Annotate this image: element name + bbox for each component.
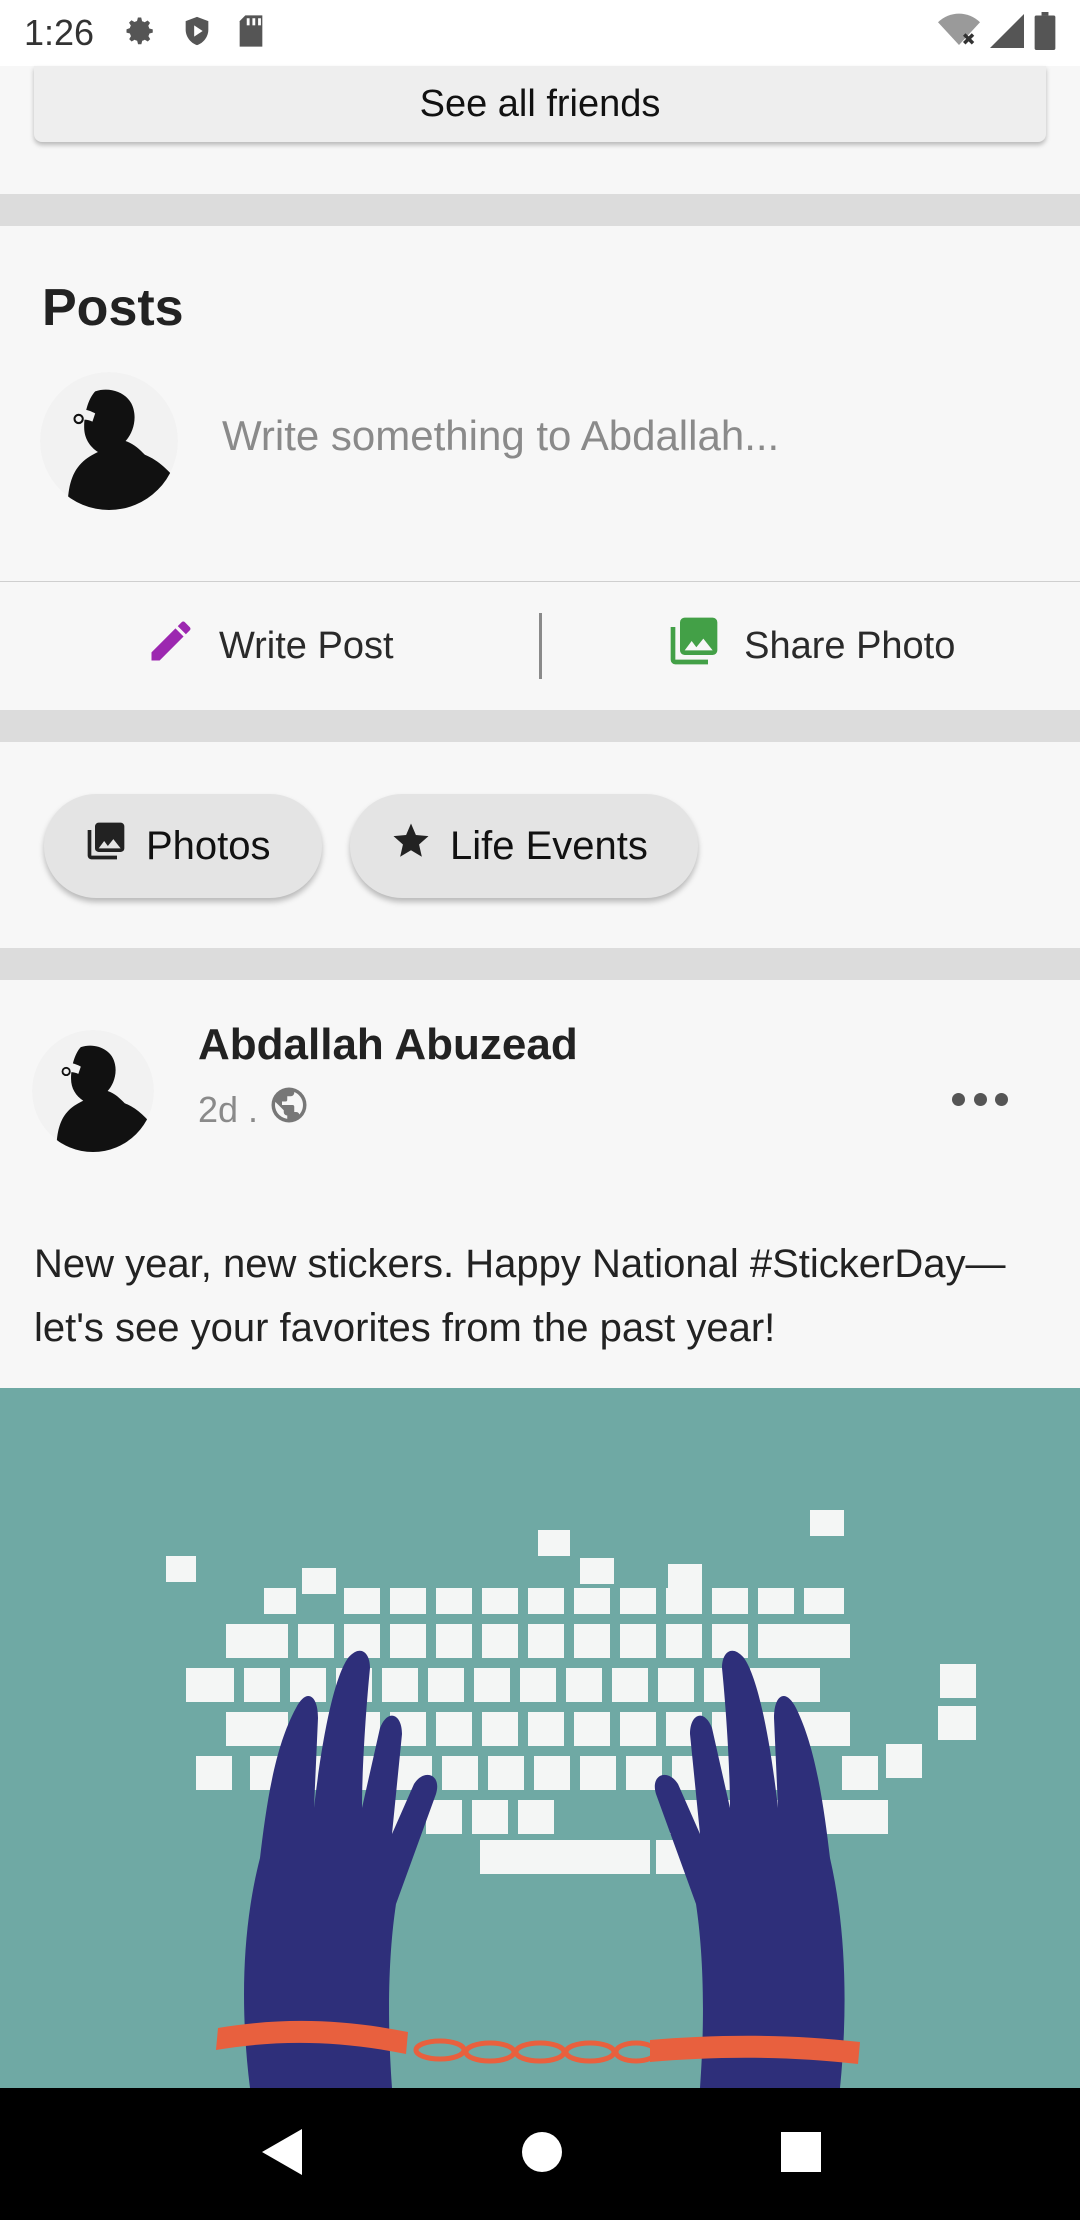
photo-library-icon — [666, 613, 722, 679]
photos-chip[interactable]: Photos — [44, 794, 322, 898]
composer-input[interactable]: Write something to Abdallah... — [222, 412, 779, 460]
post-card: Abdallah Abuzead 2d . New year, new stic… — [0, 980, 1080, 1388]
share-photo-button[interactable]: Share Photo — [542, 613, 1080, 679]
life-events-chip-label: Life Events — [450, 823, 648, 868]
navigation-bar — [0, 2088, 1080, 2220]
life-events-chip[interactable]: Life Events — [350, 794, 698, 898]
back-icon[interactable] — [258, 2127, 304, 2182]
composer-avatar[interactable] — [40, 372, 178, 510]
profile-chips: Photos Life Events — [0, 742, 1080, 948]
sd-card-icon — [236, 14, 266, 53]
composer-actions: Write Post Share Photo — [0, 582, 1080, 710]
home-icon[interactable] — [521, 2131, 563, 2178]
post-meta: 2d . — [198, 1084, 310, 1135]
post-author-avatar[interactable] — [32, 1030, 154, 1152]
recents-icon[interactable] — [780, 2131, 822, 2178]
signal-icon — [990, 13, 1024, 54]
pencil-icon — [145, 615, 197, 677]
status-time: 1:26 — [24, 12, 95, 53]
section-divider — [0, 194, 1080, 226]
star-icon — [390, 820, 432, 872]
posts-title: Posts — [42, 279, 184, 337]
posts-composer: Posts Write something to Abdallah... — [0, 226, 1080, 583]
settings-icon — [122, 13, 158, 54]
section-divider — [0, 710, 1080, 742]
globe-icon — [268, 1084, 310, 1135]
write-post-label: Write Post — [218, 624, 394, 667]
shield-play-icon — [180, 13, 214, 54]
friends-section: See all friends — [0, 66, 1080, 194]
photos-chip-label: Photos — [146, 823, 271, 868]
status-bar: 1:26 — [0, 0, 1080, 66]
share-photo-label: Share Photo — [744, 624, 956, 667]
post-text: New year, new stickers. Happy National #… — [34, 1242, 1006, 1350]
wifi-off-icon — [938, 13, 980, 54]
battery-icon — [1034, 11, 1056, 55]
post-image[interactable] — [0, 1388, 1080, 2088]
photo-icon — [84, 819, 128, 873]
write-post-button[interactable]: Write Post — [0, 615, 539, 677]
section-divider — [0, 948, 1080, 980]
see-all-friends-button[interactable]: See all friends — [34, 66, 1046, 142]
post-time: 2d . — [198, 1088, 259, 1130]
post-author-name[interactable]: Abdallah Abuzead — [198, 1020, 578, 1070]
more-options-icon[interactable] — [952, 1088, 1008, 1110]
